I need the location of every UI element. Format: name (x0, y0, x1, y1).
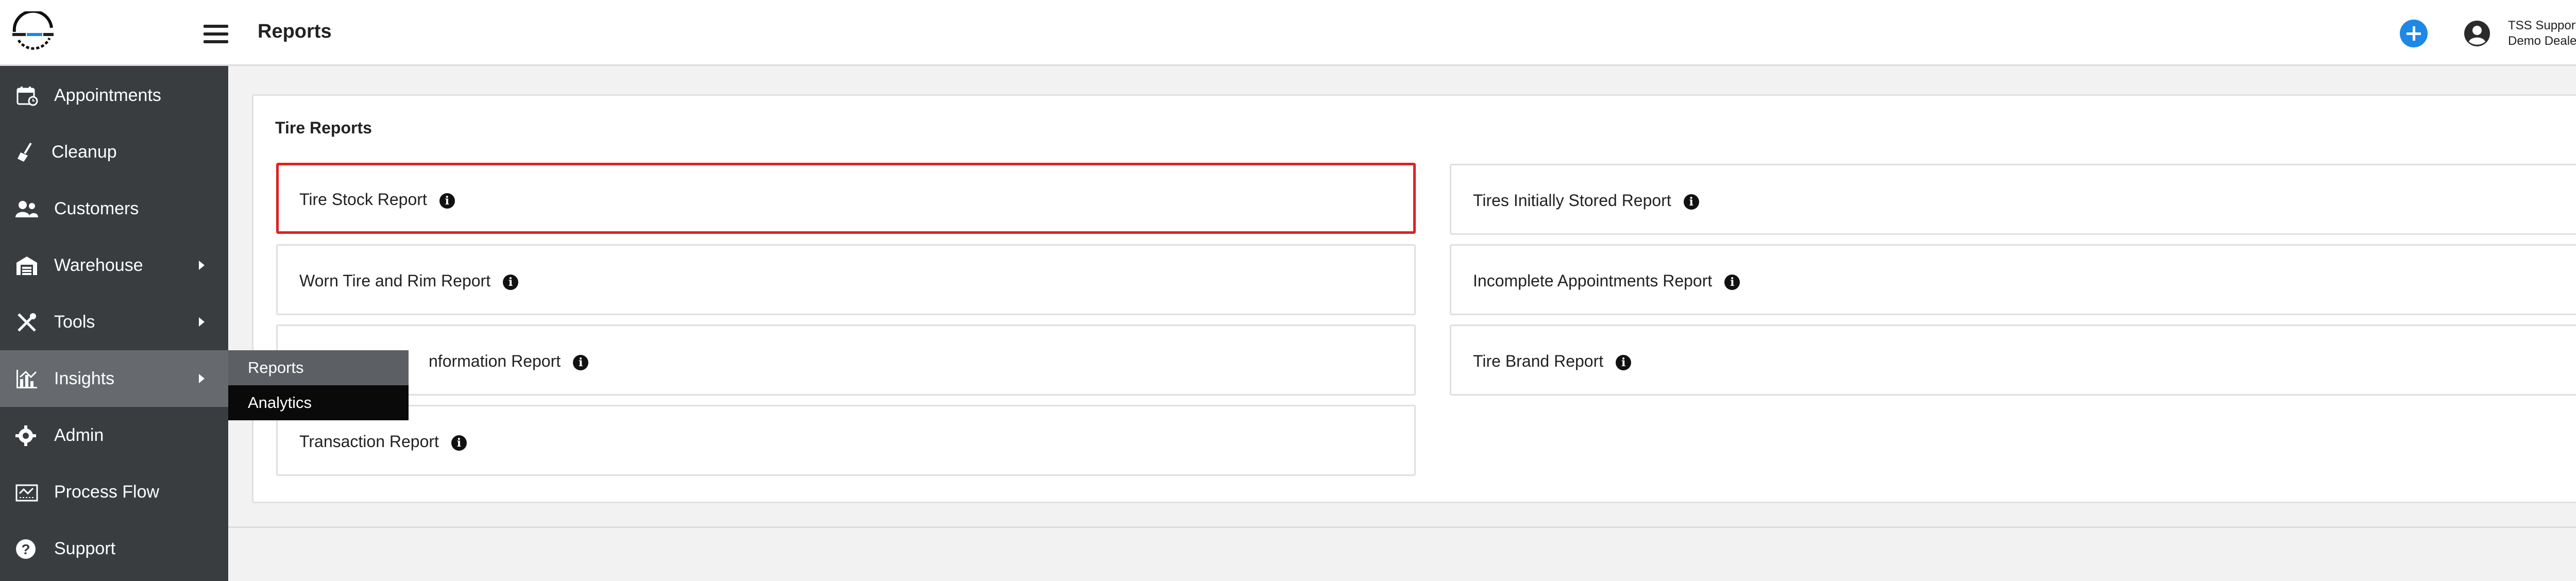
report-incomplete-appointments[interactable]: Incomplete Appointments Report i (1450, 244, 2576, 315)
company-logo[interactable] (8, 11, 57, 56)
report-worn-tire-and-rim[interactable]: Worn Tire and Rim Report i (276, 244, 1416, 315)
report-label: Tires Initially Stored Report i (1473, 191, 1699, 210)
report-information[interactable]: nformation Report i (276, 324, 1416, 396)
sidebar-item-insights[interactable]: Insights (0, 350, 228, 407)
sidebar-item-tools[interactable]: Tools (0, 294, 228, 350)
flyout-item-label: Reports (248, 358, 304, 377)
sidebar-item-label: Tools (54, 312, 95, 332)
user-avatar-icon[interactable] (2463, 20, 2491, 47)
sidebar-item-warehouse[interactable]: Warehouse (0, 237, 228, 294)
svg-text:?: ? (21, 541, 30, 557)
report-label: Tire Stock Report i (299, 190, 455, 209)
sidebar-item-label: Cleanup (52, 142, 117, 162)
sidebar-item-process-flow[interactable]: Process Flow (0, 464, 228, 520)
warehouse-icon (16, 257, 37, 275)
sidebar: Appointments Cleanup Customers Warehouse (0, 66, 228, 581)
report-label: Tire Brand Report i (1473, 352, 1632, 371)
report-tires-initially-stored[interactable]: Tires Initially Stored Report i (1450, 164, 2576, 235)
report-label: nformation Report i (429, 352, 589, 371)
user-dealer[interactable]: Demo Dealer (10) (2508, 34, 2576, 48)
report-tire-brand[interactable]: Tire Brand Report i (1450, 324, 2576, 396)
sidebar-item-cleanup[interactable]: Cleanup (0, 124, 228, 180)
chevron-right-icon (199, 374, 205, 383)
sidebar-item-label: Customers (54, 199, 139, 218)
users-icon (15, 201, 38, 217)
flyout-item-label: Analytics (248, 394, 312, 412)
tools-icon (18, 313, 36, 332)
report-label: Transaction Report i (299, 432, 467, 451)
user-name[interactable]: TSS Support (2508, 19, 2576, 33)
report-transaction[interactable]: Transaction Report i (276, 405, 1416, 476)
content-footer-area (228, 526, 2576, 581)
sidebar-item-label: Admin (54, 425, 104, 445)
sidebar-item-label: Insights (54, 369, 115, 388)
info-icon[interactable]: i (573, 354, 589, 370)
flow-icon (15, 484, 38, 502)
flyout-item-reports[interactable]: Reports (228, 350, 409, 385)
info-icon[interactable]: i (439, 193, 455, 209)
flyout-item-analytics[interactable]: Analytics (228, 385, 409, 420)
sidebar-item-label: Warehouse (54, 255, 143, 275)
chevron-right-icon (199, 261, 205, 270)
menu-toggle-button[interactable] (204, 25, 228, 43)
report-label: Incomplete Appointments Report i (1473, 271, 1740, 290)
add-button[interactable] (2400, 20, 2428, 47)
top-header: Reports TSS Support Demo Dealer (10) (0, 0, 2576, 66)
section-title: Tire Reports (275, 118, 372, 137)
gear-icon (15, 425, 36, 446)
sidebar-item-label: Process Flow (54, 482, 160, 502)
help-icon: ? (16, 539, 36, 559)
calendar-icon (16, 87, 38, 106)
sidebar-item-support[interactable]: ? Support (0, 520, 228, 577)
report-tire-stock[interactable]: Tire Stock Report i (276, 163, 1416, 234)
sidebar-item-label: Appointments (54, 86, 161, 105)
chart-icon (16, 370, 37, 388)
sidebar-item-customers[interactable]: Customers (0, 180, 228, 237)
sidebar-item-appointments[interactable]: Appointments (0, 67, 228, 124)
page-title: Reports (258, 21, 332, 42)
info-icon[interactable]: i (1616, 354, 1632, 370)
sidebar-item-admin[interactable]: Admin (0, 407, 228, 464)
report-label: Worn Tire and Rim Report i (299, 271, 519, 290)
info-icon[interactable]: i (503, 274, 519, 290)
info-icon[interactable]: i (451, 435, 467, 451)
info-icon[interactable]: i (1683, 194, 1699, 210)
sidebar-item-label: Support (54, 539, 116, 558)
broom-icon (18, 142, 32, 162)
chevron-right-icon (199, 317, 205, 327)
info-icon[interactable]: i (1724, 274, 1740, 290)
